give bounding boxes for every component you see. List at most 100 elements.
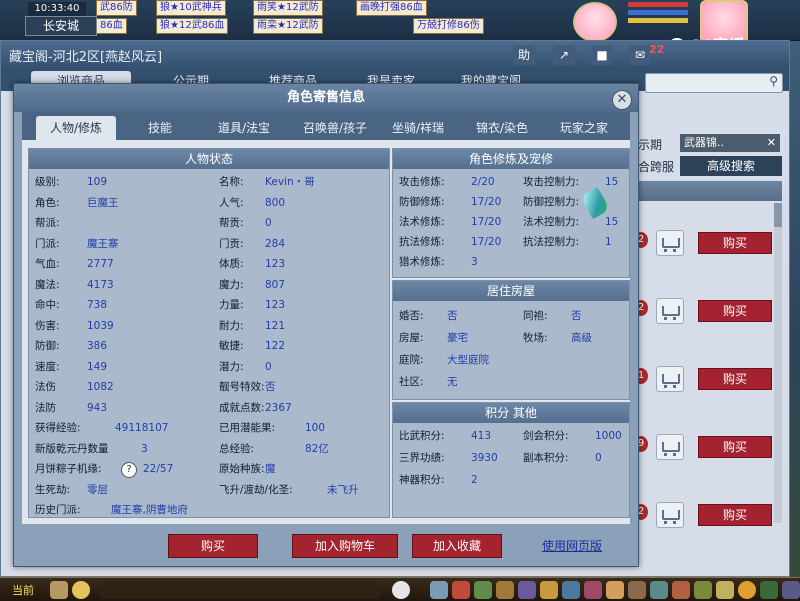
info-row: 获得经验: 49118107 bbox=[35, 419, 168, 437]
info-value: 17/20 bbox=[471, 216, 502, 228]
web-version-link[interactable]: 使用网页版 bbox=[542, 537, 602, 554]
buy-button[interactable]: 购买 bbox=[168, 534, 258, 558]
info-label: 成就点数: bbox=[219, 401, 265, 414]
list-item: 2 购买 bbox=[634, 496, 780, 536]
pet-icon[interactable] bbox=[392, 581, 410, 599]
info-label: 级别: bbox=[35, 176, 60, 188]
info-label: 攻击修炼: bbox=[399, 176, 445, 188]
clear-icon[interactable]: ✕ bbox=[767, 134, 776, 152]
info-label: 耐力: bbox=[219, 319, 244, 332]
info-value: 386 bbox=[87, 340, 108, 352]
info-row: 婚否: 否 bbox=[399, 307, 458, 325]
info-row: 门派: 魔王寨 bbox=[35, 235, 119, 253]
info-label: 法术修炼: bbox=[399, 216, 445, 228]
menu-icon[interactable] bbox=[672, 581, 690, 599]
menu-icon[interactable] bbox=[584, 581, 602, 599]
menu-icon[interactable] bbox=[628, 581, 646, 599]
buy-button[interactable]: 购买 bbox=[698, 368, 772, 390]
hud-chip[interactable]: 雨笑★12武防 bbox=[253, 0, 323, 16]
share-icon[interactable]: ↗ bbox=[553, 45, 575, 65]
mic-icon[interactable] bbox=[50, 581, 68, 599]
menu-icon[interactable] bbox=[562, 581, 580, 599]
tab-home[interactable]: 玩家之家 bbox=[546, 116, 622, 140]
message-icon[interactable]: ✉ bbox=[629, 45, 651, 65]
info-label: 名称: bbox=[219, 176, 244, 188]
tab-character[interactable]: 人物/修炼 bbox=[36, 116, 116, 140]
tab-outfits[interactable]: 锦衣/染色 bbox=[462, 116, 542, 140]
info-value: 2777 bbox=[87, 258, 114, 270]
info-row: 社区: 无 bbox=[399, 373, 458, 391]
menu-icon[interactable] bbox=[496, 581, 514, 599]
info-row: 防御: 386 bbox=[35, 337, 107, 355]
info-label: 靓号特效: bbox=[219, 381, 265, 393]
add-to-cart-button[interactable]: 加入购物车 bbox=[292, 534, 398, 558]
weapon-filter-select[interactable]: 武器锦.. ✕ bbox=[680, 134, 780, 152]
info-row: 猎术修炼: 3 bbox=[399, 253, 478, 271]
menu-icon[interactable] bbox=[760, 581, 778, 599]
buy-button[interactable]: 购买 bbox=[698, 504, 772, 526]
buy-button[interactable]: 购买 bbox=[698, 436, 772, 458]
info-value: 123 bbox=[265, 258, 286, 270]
hud-chip[interactable]: 武86防 bbox=[96, 0, 137, 16]
buy-button[interactable]: 购买 bbox=[698, 232, 772, 254]
cart-icon[interactable] bbox=[656, 502, 684, 528]
cart-icon[interactable] bbox=[656, 366, 684, 392]
info-value: 413 bbox=[471, 430, 492, 442]
info-value: 49118107 bbox=[115, 422, 169, 434]
help-icon[interactable]: ? bbox=[121, 462, 137, 478]
menu-icon[interactable] bbox=[452, 581, 470, 599]
info-label: 法防 bbox=[35, 401, 56, 414]
search-icon[interactable]: ⚲ bbox=[769, 74, 778, 88]
info-row: 总经验: 82亿 bbox=[219, 440, 329, 458]
tab-skills[interactable]: 技能 bbox=[130, 116, 190, 140]
hud-chip[interactable]: 画晚打强86血 bbox=[356, 0, 427, 16]
emote-icon[interactable] bbox=[72, 581, 90, 599]
menu-icon[interactable] bbox=[650, 581, 668, 599]
menu-icon[interactable] bbox=[738, 581, 756, 599]
menu-icon[interactable] bbox=[694, 581, 712, 599]
info-label: 房屋: bbox=[399, 332, 424, 344]
chat-input[interactable] bbox=[100, 581, 380, 599]
info-label: 抗法控制力: bbox=[523, 236, 580, 248]
tab-mounts[interactable]: 坐骑/祥瑞 bbox=[378, 116, 458, 140]
info-row: 帮派: bbox=[35, 214, 60, 232]
cart-icon[interactable] bbox=[656, 230, 684, 256]
hud-chip[interactable]: 雨栾★12武防 bbox=[253, 18, 323, 34]
tab-items[interactable]: 道具/法宝 bbox=[202, 116, 286, 140]
menu-icon[interactable] bbox=[782, 581, 800, 599]
menu-icon[interactable] bbox=[430, 581, 448, 599]
stop-icon[interactable]: ■ bbox=[591, 45, 613, 65]
current-channel-label[interactable]: 当前 bbox=[12, 582, 34, 598]
info-value: 1 bbox=[605, 236, 612, 248]
tab-summons[interactable]: 召唤兽/孩子 bbox=[290, 116, 380, 140]
info-value: 17/20 bbox=[471, 196, 502, 208]
dialog-tabbar: 人物/修炼 技能 道具/法宝 召唤兽/孩子 坐骑/祥瑞 锦衣/染色 玩家之家 bbox=[22, 112, 630, 140]
hud-chip[interactable]: 86血 bbox=[96, 18, 127, 34]
advanced-search-button[interactable]: 高级搜索 bbox=[680, 156, 782, 176]
points-section: 积分 其他 比武积分: 413 三界功绩: 3930 神器积分: 2 剑会积分: 1000 副… bbox=[392, 402, 630, 518]
search-input[interactable]: ⚲ bbox=[645, 73, 783, 93]
menu-icon[interactable] bbox=[716, 581, 734, 599]
hud-chip[interactable]: 万兢打修86伤 bbox=[413, 18, 484, 34]
buy-button[interactable]: 购买 bbox=[698, 300, 772, 322]
npc-avatar[interactable] bbox=[573, 2, 617, 42]
add-to-favorites-button[interactable]: 加入收藏 bbox=[412, 534, 502, 558]
cart-icon[interactable] bbox=[656, 434, 684, 460]
info-row: 魔力: 807 bbox=[219, 276, 285, 294]
hud-chip[interactable]: 狼★12武86血 bbox=[156, 18, 229, 34]
info-label: 牧场: bbox=[523, 332, 548, 344]
close-icon[interactable]: ✕ bbox=[612, 90, 632, 110]
menu-icon[interactable] bbox=[540, 581, 558, 599]
info-value: 122 bbox=[265, 340, 286, 352]
menu-icon[interactable] bbox=[474, 581, 492, 599]
help-button[interactable]: 助 bbox=[513, 45, 535, 65]
menu-icon[interactable] bbox=[518, 581, 536, 599]
hud-chip[interactable]: 狼★10武神兵 bbox=[156, 0, 226, 16]
cart-icon[interactable] bbox=[656, 298, 684, 324]
role-sale-info-dialog: 角色寄售信息 ✕ 人物/修炼 技能 道具/法宝 召唤兽/孩子 坐骑/祥瑞 锦衣/… bbox=[13, 83, 639, 567]
info-value: 3930 bbox=[471, 452, 498, 464]
menu-icon[interactable] bbox=[606, 581, 624, 599]
info-label: 社区: bbox=[399, 376, 424, 388]
info-row: 历史门派: 魔王寨,阴曹地府 bbox=[35, 501, 188, 519]
info-value: 豪宅 bbox=[447, 332, 468, 344]
